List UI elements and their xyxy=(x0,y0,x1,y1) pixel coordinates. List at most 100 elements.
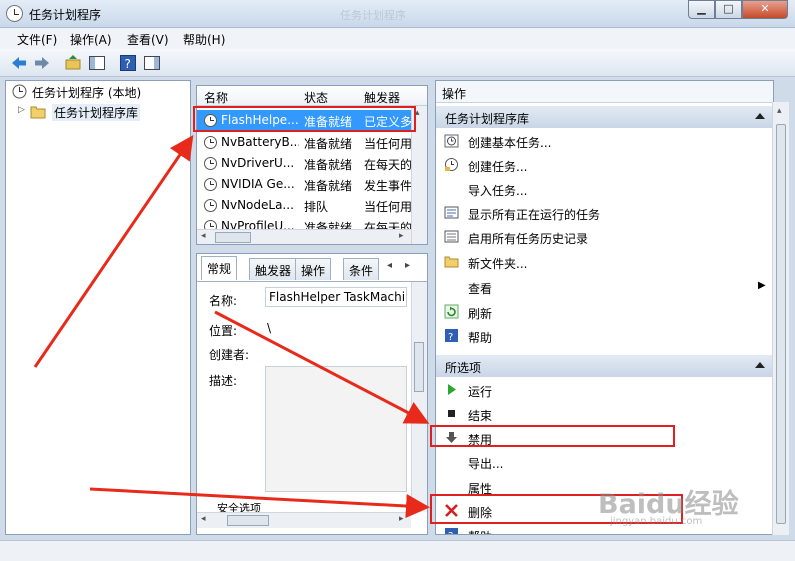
scroll-left-icon[interactable]: ◂ xyxy=(201,514,206,524)
task-clock-icon xyxy=(204,178,217,191)
actions-pane-title: 操作 xyxy=(436,81,773,103)
action-label: 导出... xyxy=(468,457,504,471)
scroll-thumb[interactable] xyxy=(227,515,269,526)
section-library-title: 任务计划程序库 xyxy=(445,112,530,126)
task-name: NvNodeLa... xyxy=(221,198,294,212)
tab-actions[interactable]: 操作 xyxy=(295,258,332,280)
task-clock-icon xyxy=(204,136,217,149)
create-task-icon xyxy=(445,158,458,171)
task-row[interactable]: NvDriverU... 准备就绪 在每天的 xyxy=(197,153,411,174)
help-icon: ? xyxy=(445,528,458,534)
action-enable-history[interactable]: 启用所有任务历史记录 xyxy=(436,225,773,249)
detail-scroll-thumb[interactable] xyxy=(414,342,424,392)
scroll-thumb[interactable] xyxy=(215,232,251,243)
menu-view[interactable]: 查看(V) xyxy=(127,31,169,48)
action-export[interactable]: 导出... xyxy=(436,450,773,474)
folder-icon xyxy=(30,106,46,119)
action-label: 帮助 xyxy=(468,528,492,534)
menu-file[interactable]: 文件(F) xyxy=(17,31,57,48)
basic-task-icon xyxy=(444,134,459,148)
action-end[interactable]: 结束 xyxy=(436,402,773,426)
menu-help[interactable]: 帮助(H) xyxy=(183,31,225,48)
show-hide-console-tree-icon[interactable] xyxy=(88,54,106,72)
action-create-basic-task[interactable]: 创建基本任务... xyxy=(436,129,773,153)
action-help-selected[interactable]: ? 帮助 xyxy=(436,523,773,534)
tab-scroll-right-icon[interactable]: ▸ xyxy=(405,260,410,271)
action-refresh[interactable]: 刷新 xyxy=(436,300,773,324)
tab-general[interactable]: 常规 xyxy=(201,256,238,280)
menu-action[interactable]: 操作(A) xyxy=(70,31,112,48)
scroll-left-icon[interactable]: ◂ xyxy=(201,231,206,241)
description-field[interactable] xyxy=(265,366,407,492)
action-label: 启用所有任务历史记录 xyxy=(468,232,589,246)
action-label: 创建基本任务... xyxy=(468,136,552,150)
highlight-selected-task xyxy=(193,106,416,132)
help-icon[interactable]: ? xyxy=(119,54,137,72)
up-folder-icon[interactable] xyxy=(64,54,82,72)
tab-divider xyxy=(197,281,427,282)
forward-arrow-icon[interactable] xyxy=(33,54,51,72)
tab-conditions[interactable]: 条件 xyxy=(343,258,380,280)
detail-horizontal-scrollbar[interactable]: ◂ ▸ xyxy=(197,512,411,528)
action-show-running-tasks[interactable]: 显示所有正在运行的任务 xyxy=(436,201,773,225)
svg-text:?: ? xyxy=(125,57,131,71)
task-name: NVIDIA Ge... xyxy=(221,177,295,191)
section-selected-header[interactable]: 所选项 xyxy=(436,355,773,377)
running-tasks-icon xyxy=(444,206,459,219)
action-import-task[interactable]: 导入任务... xyxy=(436,177,773,201)
task-clock-icon xyxy=(204,157,217,170)
scroll-right-icon[interactable]: ▸ xyxy=(399,231,404,241)
minimize-button[interactable]: ▁ xyxy=(688,0,715,19)
title-bar: 任务计划程序 任务计划程序 ▁ □ ✕ xyxy=(0,0,795,28)
task-status: 准备就绪 xyxy=(304,137,353,151)
task-trigger: 当任何用 xyxy=(364,200,411,214)
action-new-folder[interactable]: 新文件夹... xyxy=(436,250,773,274)
baidu-watermark-url: jingyan.baidu.com xyxy=(610,516,703,527)
task-status: 准备就绪 xyxy=(304,158,353,172)
scroll-up-icon[interactable]: ▴ xyxy=(777,106,782,116)
collapse-icon[interactable] xyxy=(755,362,765,368)
task-status: 排队 xyxy=(304,200,329,214)
section-selected-title: 所选项 xyxy=(445,361,482,375)
column-trigger[interactable]: 触发器 xyxy=(364,89,400,106)
show-hide-action-pane-icon[interactable] xyxy=(143,54,161,72)
task-list-header: 名称 状态 触发器 xyxy=(197,86,427,106)
close-button[interactable]: ✕ xyxy=(742,0,788,19)
action-label: 显示所有正在运行的任务 xyxy=(468,208,601,222)
submenu-arrow-icon: ▶ xyxy=(758,280,766,291)
scroll-right-icon[interactable]: ▸ xyxy=(399,514,404,524)
task-name: NvBatteryB... xyxy=(221,135,299,149)
task-row[interactable]: NVIDIA Ge... 准备就绪 发生事件 xyxy=(197,174,411,195)
task-list-horizontal-scrollbar[interactable]: ◂ ▸ xyxy=(197,229,411,244)
action-create-task[interactable]: 创建任务... xyxy=(436,153,773,177)
description-label: 描述: xyxy=(209,374,238,388)
tree-library-label: 任务计划程序库 xyxy=(52,104,141,121)
task-trigger: 当任何用 xyxy=(364,137,411,151)
task-name: NvDriverU... xyxy=(221,156,295,170)
detail-vertical-scrollbar[interactable] xyxy=(411,282,427,512)
column-status[interactable]: 状态 xyxy=(304,89,328,106)
action-label: 新文件夹... xyxy=(468,257,528,271)
tab-scroll-left-icon[interactable]: ◂ xyxy=(387,260,392,271)
task-row[interactable]: NvBatteryB... 准备就绪 当任何用 xyxy=(197,132,411,153)
action-run[interactable]: 运行 xyxy=(436,378,773,402)
maximize-button[interactable]: □ xyxy=(715,0,742,19)
expand-arrow-icon[interactable]: ▷ xyxy=(18,105,25,115)
task-row[interactable]: NvNodeLa... 排队 当任何用 xyxy=(197,195,411,216)
actions-scroll-thumb[interactable] xyxy=(776,124,786,524)
action-help[interactable]: ? 帮助 xyxy=(436,324,773,348)
action-label: 查看 xyxy=(468,282,493,296)
task-scheduler-clock-icon xyxy=(6,5,23,22)
actions-pane: 操作 任务计划程序库 创建基本任务... 创建任务... 导入任务... 显示所… xyxy=(435,80,774,535)
section-library-header[interactable]: 任务计划程序库 xyxy=(436,106,773,128)
actions-vertical-scrollbar[interactable]: ▴ xyxy=(772,102,789,535)
back-arrow-icon[interactable] xyxy=(10,54,28,72)
task-name-field[interactable]: FlashHelper TaskMachineCore xyxy=(265,287,407,307)
blurred-title-text: 任务计划程序 xyxy=(340,9,406,22)
action-view[interactable]: 查看 ▶ xyxy=(436,275,773,299)
collapse-icon[interactable] xyxy=(755,113,765,119)
column-name[interactable]: 名称 xyxy=(204,89,228,106)
help-icon: ? xyxy=(445,329,458,343)
console-tree: 任务计划程序 (本地) ▷ 任务计划程序库 xyxy=(5,80,191,535)
tab-triggers[interactable]: 触发器 xyxy=(249,258,298,280)
